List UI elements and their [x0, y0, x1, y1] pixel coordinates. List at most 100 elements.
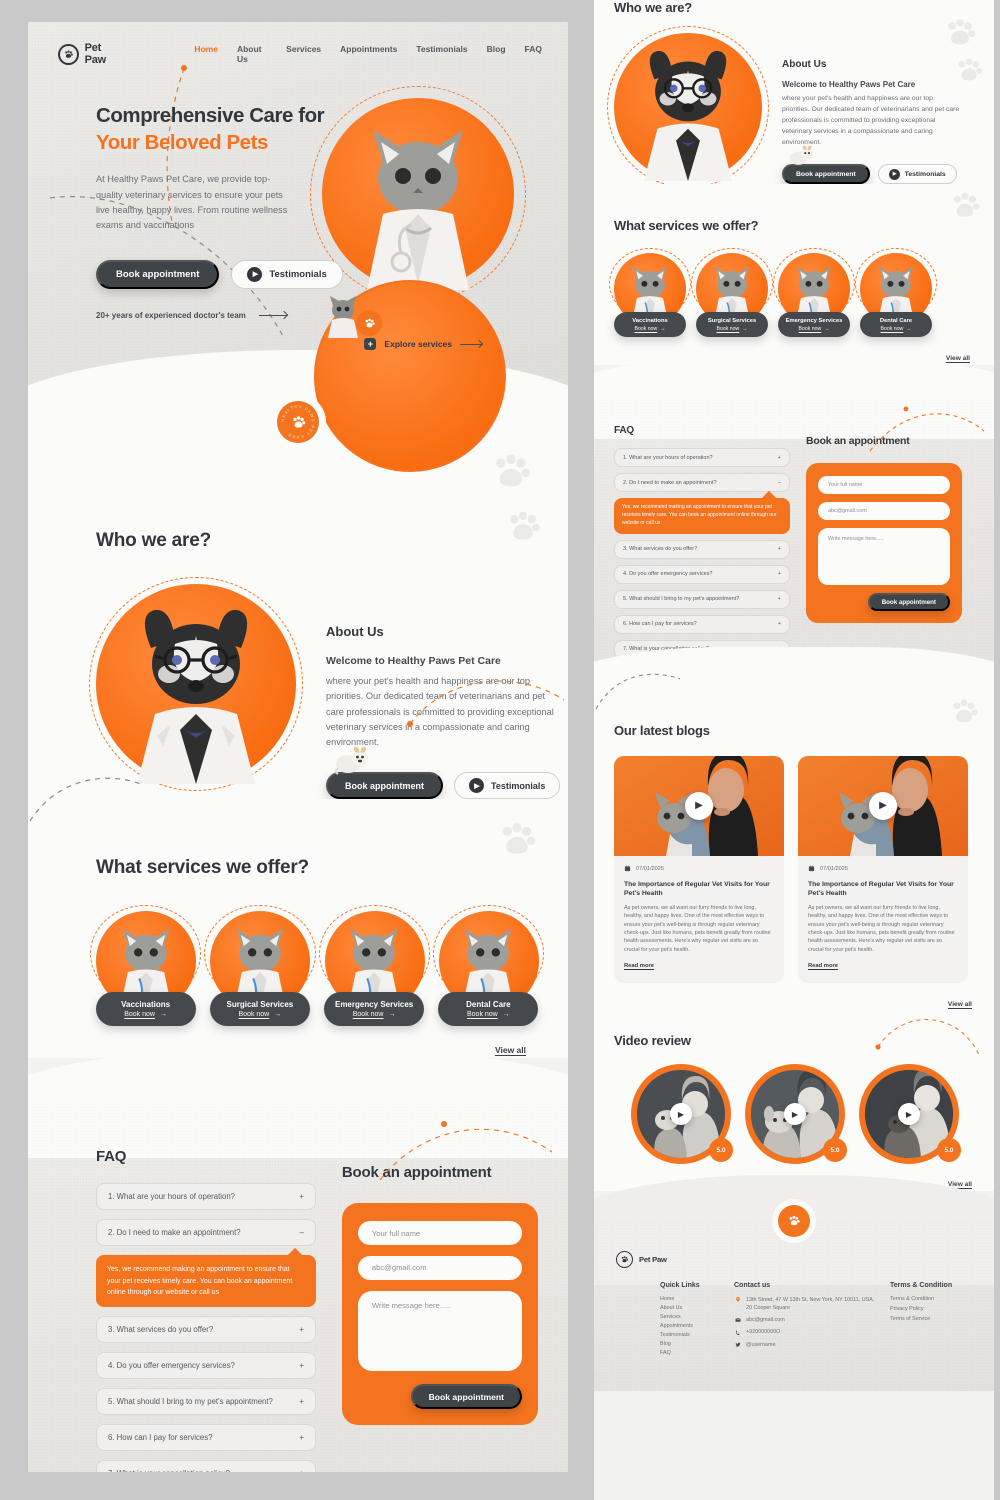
faq-question: 2. Do I need to make an appointment?: [623, 479, 717, 486]
service-card[interactable]: Emergency Services Book now →: [318, 905, 430, 1027]
video-review-section: Video review ▶ 5.0 ▶ 5.0 ▶ 5.0 View all: [594, 1011, 994, 1192]
faq-item[interactable]: 4. Do you offer emergency services? +: [96, 1351, 316, 1379]
email-value: abc@gmail.com: [828, 508, 867, 515]
message-textarea[interactable]: Write message here.....: [357, 1290, 522, 1372]
full-name-input[interactable]: Your full name: [818, 476, 950, 495]
services-view-all-link[interactable]: View all: [495, 1045, 526, 1055]
nav-item-appointments[interactable]: Appointments: [340, 44, 397, 64]
video-card[interactable]: ▶ 5.0: [859, 1064, 961, 1165]
service-book-link[interactable]: Book now →: [799, 326, 830, 332]
faq-item[interactable]: 3. What services do you offer? +: [614, 539, 790, 559]
services-section: What services we offer? Vaccinations Boo…: [28, 778, 568, 1059]
faq-item[interactable]: 1. What are your hours of operation? +: [614, 448, 790, 468]
faq-item[interactable]: 5. What should I bring to my pet's appoi…: [614, 589, 790, 609]
faq-item[interactable]: 6. How can I pay for services? +: [614, 614, 790, 634]
full-name-input[interactable]: Your full name: [357, 1221, 522, 1246]
site-header: Pet Paw Home About Us Services Appointme…: [28, 22, 568, 66]
service-card[interactable]: Dental Care Book now →: [855, 248, 937, 338]
nav-item-services[interactable]: Services: [286, 44, 321, 64]
hero-title-line2: Your Beloved Pets: [96, 131, 268, 155]
faq-item[interactable]: 7. What is your cancellation policy? +: [96, 1459, 316, 1472]
faq-item[interactable]: 2. Do I need to make an appointment? –: [614, 473, 790, 493]
about-content: About Us Welcome to Healthy Paws Pet Car…: [607, 26, 976, 188]
play-button[interactable]: ▶: [685, 791, 713, 820]
blog-card[interactable]: ▶ 07/01/2025 The Importance of Regular V…: [798, 755, 968, 984]
footer-terms-condition[interactable]: Terms & Condition: [890, 1296, 966, 1302]
paw-print-decoration: [490, 817, 544, 863]
footer-link-blog[interactable]: Blog: [660, 1341, 734, 1347]
service-book-link[interactable]: Book now →: [239, 1011, 282, 1018]
service-book-link[interactable]: Book now →: [124, 1011, 167, 1018]
hero-illustration: [292, 84, 542, 472]
faq-item[interactable]: 1. What are your hours of operation? +: [96, 1183, 316, 1211]
play-button[interactable]: ▶: [784, 1103, 806, 1126]
message-placeholder: Write message here.....: [828, 536, 884, 543]
video-card[interactable]: ▶ 5.0: [745, 1064, 847, 1165]
blogs-grid: ▶ 07/01/2025 The Importance of Regular V…: [614, 755, 976, 984]
service-book-link[interactable]: Book now →: [353, 1011, 396, 1018]
testimonials-button[interactable]: Testimonials: [231, 259, 343, 289]
submit-booking-button[interactable]: Book appointment: [410, 1384, 522, 1410]
paw-print-decoration: [938, 14, 982, 52]
about-testimonials-button[interactable]: Testimonials: [454, 772, 561, 800]
contact-title: Contact us: [734, 1282, 771, 1290]
blog-thumbnail: ▶: [614, 755, 784, 856]
message-textarea[interactable]: Write message here.....: [818, 528, 950, 586]
logo[interactable]: Pet Paw: [58, 42, 124, 66]
nav-item-testimonials[interactable]: Testimonials: [416, 44, 467, 64]
service-book-link[interactable]: Book now →: [881, 326, 912, 332]
arrow-right-icon: →: [906, 325, 912, 332]
explore-services-link[interactable]: + Explore services: [364, 338, 482, 350]
service-book-link[interactable]: Book now →: [467, 1011, 510, 1018]
footer-logo[interactable]: Pet Paw: [616, 1251, 980, 1269]
service-card[interactable]: Surgical Services Book now →: [691, 248, 773, 338]
service-book-link[interactable]: Book now →: [635, 326, 666, 332]
footer-link-home[interactable]: Home: [660, 1296, 734, 1302]
play-button[interactable]: ▶: [869, 791, 897, 820]
desktop-mockup-primary: Pet Paw Home About Us Services Appointme…: [28, 22, 568, 1472]
faq-item[interactable]: 4. Do you offer emergency services? +: [614, 564, 790, 584]
play-icon: [888, 168, 900, 180]
service-card[interactable]: Dental Care Book now →: [432, 905, 544, 1027]
footer-link-appointments[interactable]: Appointments: [660, 1323, 734, 1329]
faq-item[interactable]: 3. What services do you offer? +: [96, 1315, 316, 1343]
faq-item[interactable]: 2. Do I need to make an appointment? –: [96, 1219, 316, 1247]
services-grid: Vaccinations Book now → Surgical Service…: [90, 905, 544, 1027]
footer-link-faq[interactable]: FAQ: [660, 1350, 734, 1356]
footer-terms-of-service[interactable]: Terms of Service: [890, 1316, 966, 1322]
nav-item-about-us[interactable]: About Us: [237, 44, 267, 64]
footer-privacy-policy[interactable]: Privacy Policy: [890, 1306, 966, 1312]
service-book-link[interactable]: Book now →: [717, 326, 748, 332]
services-view-all-link[interactable]: View all: [946, 355, 970, 362]
blog-card[interactable]: ▶ 07/01/2025 The Importance of Regular V…: [614, 755, 784, 984]
video-card[interactable]: ▶ 5.0: [631, 1064, 733, 1165]
service-card[interactable]: Vaccinations Book now →: [90, 905, 202, 1027]
faq-item[interactable]: 5. What should I bring to my pet's appoi…: [96, 1387, 316, 1415]
footer-email[interactable]: abc@gmail.com: [734, 1316, 876, 1324]
play-button[interactable]: ▶: [670, 1103, 692, 1126]
blogs-view-all-link[interactable]: View all: [948, 1001, 972, 1008]
footer-link-about-us[interactable]: About Us: [660, 1305, 734, 1311]
faq-item[interactable]: 6. How can I pay for services? +: [96, 1423, 316, 1451]
footer-phone[interactable]: +920000000O: [734, 1328, 876, 1336]
service-card[interactable]: Emergency Services Book now →: [773, 248, 855, 338]
service-name: Emergency Services: [334, 1000, 414, 1010]
nav-item-blog[interactable]: Blog: [487, 44, 506, 64]
paw-stamp: [772, 1199, 816, 1244]
service-card[interactable]: Vaccinations Book now →: [609, 248, 691, 338]
about-testimonials-button[interactable]: Testimonials: [877, 164, 957, 185]
footer-link-testimonials[interactable]: Testimonials: [660, 1332, 734, 1338]
service-card[interactable]: Surgical Services Book now →: [204, 905, 316, 1027]
blogs-section-title: Our latest blogs: [614, 722, 710, 738]
service-name: Surgical Services: [226, 1000, 294, 1010]
book-appointment-button[interactable]: Book appointment: [96, 259, 220, 289]
footer-link-services[interactable]: Services: [660, 1314, 734, 1320]
email-input[interactable]: abc@gmail.com: [818, 502, 950, 521]
submit-booking-button[interactable]: Book appointment: [867, 593, 950, 612]
nav-item-home[interactable]: Home: [194, 44, 218, 64]
play-button[interactable]: ▶: [898, 1103, 920, 1126]
faq-toggle-icon: +: [299, 1360, 304, 1370]
footer-social[interactable]: @username: [734, 1341, 876, 1349]
email-input[interactable]: abc@gmail.com: [357, 1256, 522, 1280]
nav-item-faq[interactable]: FAQ: [525, 44, 542, 64]
